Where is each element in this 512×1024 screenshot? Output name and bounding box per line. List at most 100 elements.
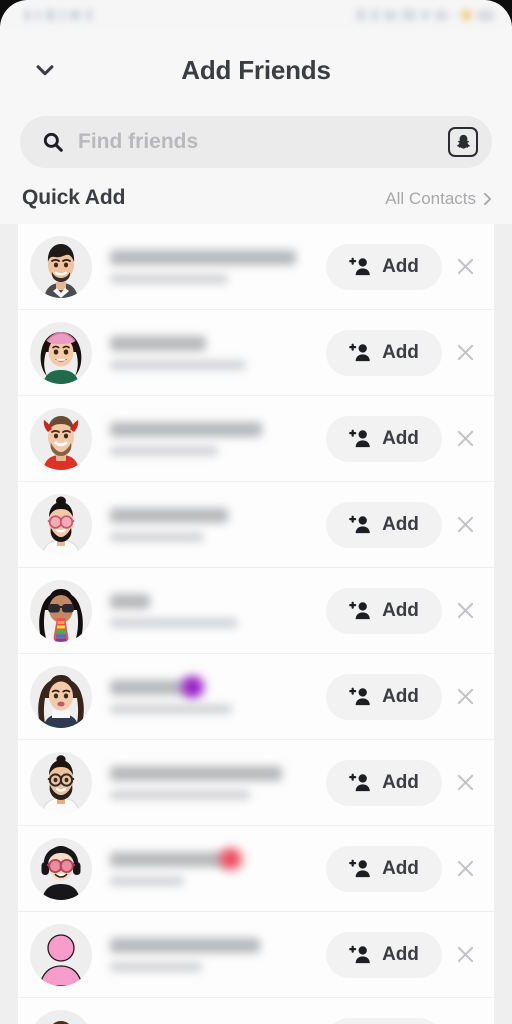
close-icon <box>457 860 473 877</box>
dismiss-suggestion-button[interactable] <box>442 674 488 720</box>
add-button-label: Add <box>382 255 419 277</box>
friend-display-name-redacted <box>110 421 262 437</box>
friend-info <box>110 507 326 542</box>
friend-display-name-redacted <box>110 765 282 781</box>
friend-name-row <box>110 507 318 523</box>
add-person-icon <box>349 343 370 362</box>
dismiss-suggestion-button[interactable] <box>442 244 488 290</box>
close-icon <box>457 344 473 361</box>
avatar[interactable] <box>30 321 92 384</box>
friend-info <box>110 847 326 886</box>
status-bar-icons-redacted <box>356 9 494 21</box>
add-person-icon <box>349 429 370 448</box>
add-button-label: Add <box>382 599 419 621</box>
close-icon <box>457 774 473 791</box>
friend-info <box>110 421 326 456</box>
quick-add-row[interactable]: Add <box>18 998 494 1024</box>
all-contacts-link[interactable]: All Contacts <box>385 189 492 209</box>
friend-display-name-redacted <box>110 851 228 867</box>
quick-add-section-header: Quick Add All Contacts <box>0 182 512 224</box>
add-person-icon <box>349 945 370 964</box>
navigation-header: Add Friends <box>0 30 512 110</box>
friend-username-redacted <box>110 875 184 886</box>
avatar[interactable] <box>30 1009 92 1024</box>
dismiss-suggestion-button[interactable] <box>442 932 488 978</box>
close-icon <box>457 430 473 447</box>
add-friend-button[interactable]: Add <box>326 587 442 634</box>
avatar[interactable] <box>30 665 92 728</box>
close-icon <box>457 258 473 275</box>
quick-add-row[interactable]: Add <box>18 310 494 396</box>
quick-add-row[interactable]: Add <box>18 482 494 568</box>
close-icon <box>457 516 473 533</box>
friend-display-name-redacted <box>110 335 206 351</box>
add-friend-button[interactable]: Add <box>326 415 442 462</box>
add-friend-button[interactable]: Add <box>326 759 442 806</box>
friend-display-name-redacted <box>110 507 228 523</box>
add-button-label: Add <box>382 513 419 535</box>
add-friend-button[interactable]: Add <box>326 931 442 978</box>
avatar[interactable] <box>30 235 92 298</box>
friend-info <box>110 675 326 714</box>
friend-display-name-redacted <box>110 593 150 609</box>
name-emoji <box>220 847 242 870</box>
friend-info <box>110 937 326 972</box>
snapchat-ghost-icon <box>456 134 470 149</box>
close-icon <box>457 602 473 619</box>
back-button[interactable] <box>22 47 68 93</box>
add-button-label: Add <box>382 427 419 449</box>
avatar[interactable] <box>30 751 92 814</box>
add-friend-button[interactable]: Add <box>326 673 442 720</box>
friend-name-row <box>110 593 318 609</box>
friend-info <box>110 593 326 628</box>
dismiss-suggestion-button[interactable] <box>442 588 488 634</box>
dismiss-suggestion-button[interactable] <box>442 502 488 548</box>
quick-add-row[interactable]: Add <box>18 654 494 740</box>
search-input[interactable] <box>78 130 448 154</box>
close-icon <box>457 688 473 705</box>
quick-add-row[interactable]: Add <box>18 912 494 998</box>
add-friend-button[interactable]: Add <box>326 845 442 892</box>
close-icon <box>457 946 473 963</box>
friend-display-name-redacted <box>110 937 260 953</box>
friend-name-row <box>110 765 318 781</box>
dismiss-suggestion-button[interactable] <box>442 846 488 892</box>
friend-username-redacted <box>110 961 202 972</box>
avatar[interactable] <box>30 837 92 900</box>
quick-add-row[interactable]: Add <box>18 568 494 654</box>
section-title: Quick Add <box>22 186 126 209</box>
add-friend-button[interactable]: Add <box>326 329 442 376</box>
friend-name-row <box>110 335 318 351</box>
dismiss-suggestion-button[interactable] <box>442 330 488 376</box>
search-section <box>0 110 512 182</box>
scan-snapcode-button[interactable] <box>448 127 478 157</box>
dismiss-suggestion-button[interactable] <box>442 760 488 806</box>
friend-info <box>110 335 326 370</box>
friend-username-redacted <box>110 531 204 542</box>
friend-name-row <box>110 937 318 953</box>
all-contacts-label: All Contacts <box>385 189 476 208</box>
avatar[interactable] <box>30 579 92 642</box>
add-friend-button[interactable]: Add <box>326 1017 442 1024</box>
dismiss-suggestion-button[interactable] <box>442 1018 488 1024</box>
search-icon <box>43 132 63 152</box>
dismiss-suggestion-button[interactable] <box>442 416 488 462</box>
add-button-label: Add <box>382 857 419 879</box>
chevron-down-icon <box>36 65 54 76</box>
quick-add-row[interactable]: Add <box>18 826 494 912</box>
avatar[interactable] <box>30 407 92 470</box>
quick-add-row[interactable]: Add <box>18 740 494 826</box>
quick-add-row[interactable]: Add <box>18 224 494 310</box>
add-button-label: Add <box>382 341 419 363</box>
add-friend-button[interactable]: Add <box>326 243 442 290</box>
quick-add-row[interactable]: Add <box>18 396 494 482</box>
search-bar[interactable] <box>20 116 492 168</box>
friend-name-row <box>110 675 318 698</box>
avatar[interactable] <box>30 493 92 556</box>
avatar[interactable] <box>30 923 92 986</box>
friend-name-row <box>110 249 318 265</box>
add-friend-button[interactable]: Add <box>326 501 442 548</box>
quick-add-list[interactable]: Add Add Add Add Add Add Add Add Add <box>0 224 512 1024</box>
add-button-label: Add <box>382 771 419 793</box>
add-button-label: Add <box>382 685 419 707</box>
